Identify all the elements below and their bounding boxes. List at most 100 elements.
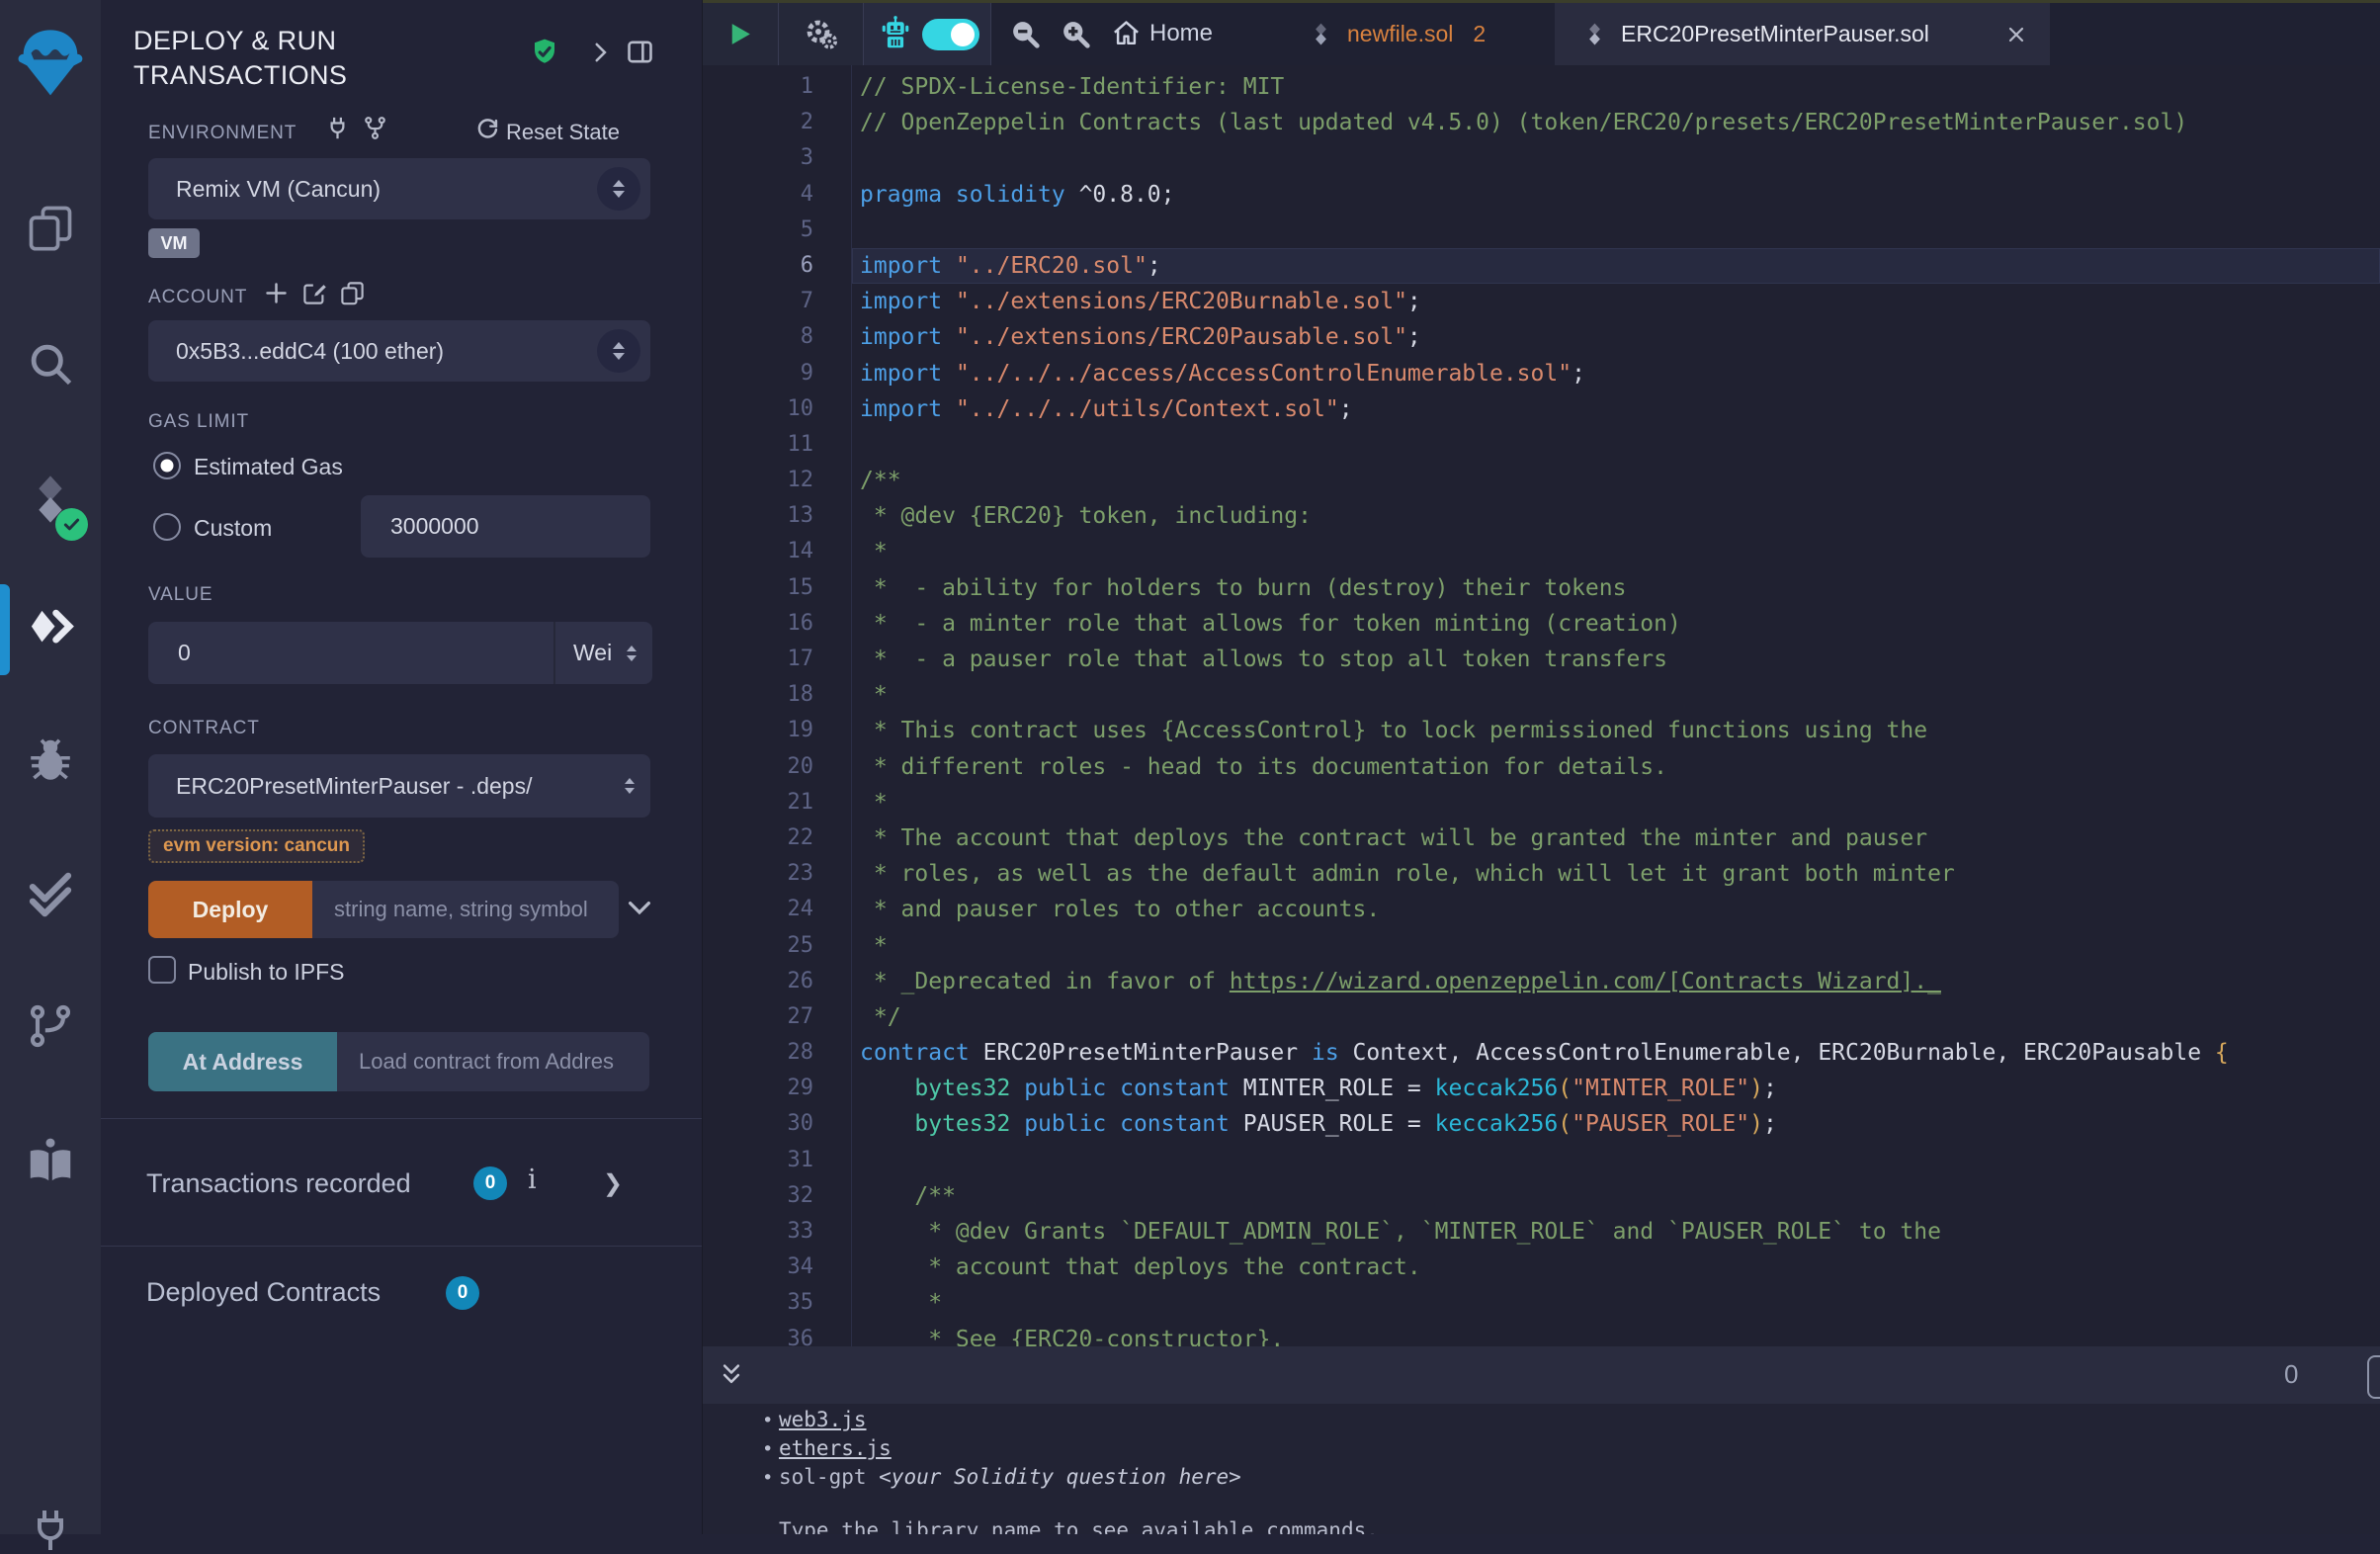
code-line: 26 * _Deprecated in favor of https://wiz… [703,964,2380,999]
custom-gas-label: Custom [194,515,272,542]
code-line: 10import "../../../utils/Context.sol"; [703,391,2380,427]
git-icon[interactable] [0,1000,101,1052]
ai-copilot-icon[interactable] [877,14,914,53]
code-line: 27 */ [703,999,2380,1035]
terminal-link[interactable]: ethers.js [779,1436,892,1460]
code-line: 31 [703,1143,2380,1178]
add-account-icon[interactable] [263,280,290,306]
run-script-icon[interactable] [724,19,755,49]
code-line: 1// SPDX-License-Identifier: MIT [703,69,2380,105]
account-label: ACCOUNT [148,287,247,308]
at-address-input[interactable]: Load contract from Addres [337,1032,649,1091]
copy-account-icon[interactable] [339,280,366,306]
code-line: 16 * - a minter role that allows for tok… [703,606,2380,642]
gas-limit-label: GAS LIMIT [148,411,249,433]
search-icon[interactable] [0,338,101,389]
close-tab-icon[interactable] [2004,23,2028,46]
page-title: DEPLOY & RUN TRANSACTIONS [133,24,430,93]
transactions-recorded-label: Transactions recorded [146,1168,411,1199]
code-line: 19 * This contract uses {AccessControl} … [703,713,2380,748]
code-line: 7import "../extensions/ERC20Burnable.sol… [703,284,2380,319]
at-address-button[interactable]: At Address [148,1032,337,1091]
deploy-run-icon[interactable] [0,603,101,656]
sign-message-icon[interactable] [301,280,328,306]
code-line: 36 * See {ERC20-constructor}. [703,1322,2380,1346]
code-line: 3 [703,140,2380,176]
terminal-content[interactable]: •web3.js•ethers.js•sol-gpt <your Solidit… [703,1404,2380,1534]
tab-erc20presetminterpauser[interactable]: ERC20PresetMinterPauser.sol [1555,3,2050,65]
code-line: 28contract ERC20PresetMinterPauser is Co… [703,1035,2380,1071]
code-line: 17 * - a pauser role that allows to stop… [703,642,2380,677]
contract-label: CONTRACT [148,718,260,739]
editor-tabbar: Home newfile.sol 2 ERC20PresetMinterPaus… [703,3,2380,65]
learneth-icon[interactable] [0,1135,101,1188]
pin-panel-icon[interactable] [625,37,655,67]
select-arrows-icon [627,646,637,661]
estimated-gas-radio[interactable] [153,452,181,479]
code-line: 24 * and pauser roles to other accounts. [703,892,2380,927]
divider [990,3,991,65]
contract-select[interactable]: ERC20PresetMinterPauser - .deps/ [148,754,650,818]
script-config-icon[interactable] [804,17,839,52]
transactions-expand-icon[interactable]: ❯ [603,1169,623,1198]
zoom-in-icon[interactable] [1060,18,1092,50]
home-tab[interactable]: Home [1149,20,1213,47]
code-line: 34 * account that deploys the contract. [703,1250,2380,1285]
value-unit-select[interactable]: Wei [553,622,652,684]
editor-region: Home newfile.sol 2 ERC20PresetMinterPaus… [703,0,2380,1534]
file-explorer-icon[interactable] [0,202,101,253]
expand-args-icon[interactable] [625,893,654,922]
icon-sidebar [0,0,102,1534]
terminal-item: •web3.js [703,1406,2380,1434]
divider [778,3,779,65]
terminal-listen-checkbox[interactable] [2367,1355,2380,1399]
code-line: 22 * The account that deploys the contra… [703,820,2380,856]
reset-state-icon[interactable] [474,116,501,142]
plugin-manager-icon[interactable] [0,1507,101,1554]
terminal-items: •web3.js•ethers.js•sol-gpt <your Solidit… [703,1406,2380,1492]
code-line: 30 bytes32 public constant PAUSER_ROLE =… [703,1106,2380,1142]
environment-plug-icon[interactable] [324,115,351,141]
debugger-icon[interactable] [0,734,101,787]
code-line: 13 * @dev {ERC20} token, including: [703,498,2380,534]
terminal-listen-count: 0 [2284,1359,2298,1390]
transactions-count-badge: 0 [473,1166,507,1200]
code-line: 6import "../ERC20.sol"; [703,248,2380,284]
ai-copilot-toggle[interactable] [922,19,979,50]
info-icon[interactable]: i [528,1165,537,1195]
publish-ipfs-checkbox[interactable] [148,956,176,984]
reset-state-button[interactable]: Reset State [506,120,620,145]
account-select[interactable]: 0x5B3...eddC4 (100 ether) [148,320,650,382]
code-line: 11 [703,427,2380,463]
zoom-out-icon[interactable] [1009,18,1042,50]
code-lines[interactable]: 1// SPDX-License-Identifier: MIT2// Open… [703,69,2380,1346]
deploy-run-panel: DEPLOY & RUN TRANSACTIONS ENVIRONMENT Re… [101,0,703,1534]
unit-testing-icon[interactable] [0,868,101,921]
code-line: 18 * [703,677,2380,713]
custom-gas-input[interactable]: 3000000 [361,495,650,558]
vm-badge: VM [148,228,200,258]
environment-select[interactable]: Remix VM (Cancun) [148,158,650,219]
code-line: 2// OpenZeppelin Contracts (last updated… [703,105,2380,140]
code-line: 23 * roles, as well as the default admin… [703,856,2380,892]
expand-panel-icon[interactable] [587,40,613,65]
terminal-link[interactable]: web3.js [779,1408,867,1431]
value-input[interactable]: 0 [148,622,553,684]
home-icon[interactable] [1111,18,1142,48]
compile-success-badge [55,508,88,541]
fork-state-icon[interactable] [362,115,388,141]
collapse-terminal-icon[interactable] [717,1360,746,1390]
environment-label: ENVIRONMENT [148,123,297,144]
code-line: 32 /** [703,1178,2380,1214]
terminal-bar[interactable]: 0 [703,1346,2380,1404]
select-arrows-icon [625,778,635,794]
tab-newfile[interactable]: newfile.sol 2 [1275,3,1572,65]
divider [101,1118,702,1119]
code-line: 8import "../extensions/ERC20Pausable.sol… [703,319,2380,355]
evm-version-badge: evm version: cancun [148,829,365,863]
code-line: 14 * [703,534,2380,569]
custom-gas-radio[interactable] [153,513,181,541]
deploy-button[interactable]: Deploy [148,881,312,938]
constructor-args-input[interactable]: string name, string symbol [312,881,619,938]
remix-logo[interactable] [0,26,101,101]
